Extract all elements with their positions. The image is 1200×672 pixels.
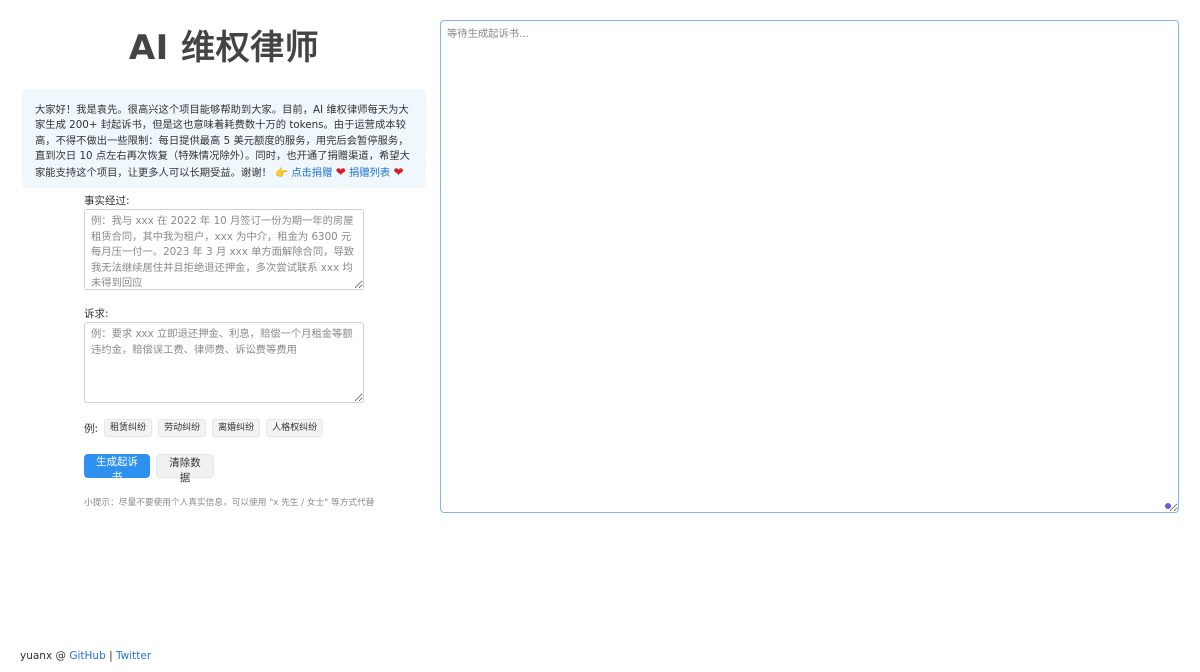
- twitter-link[interactable]: Twitter: [116, 650, 151, 662]
- page-title: AI 维权律师: [128, 28, 320, 68]
- complaint-output[interactable]: [440, 20, 1179, 513]
- example-tag-personality-rights[interactable]: 人格权纠纷: [266, 419, 324, 437]
- example-tag-divorce[interactable]: 离婚纠纷: [212, 419, 261, 437]
- heart-icon: ❤: [335, 164, 346, 179]
- example-tag-rental[interactable]: 租赁纠纷: [104, 419, 153, 437]
- footer-separator: |: [109, 650, 113, 662]
- donate-link[interactable]: 点击捐赠: [291, 167, 332, 179]
- donors-list-link[interactable]: 捐赠列表: [349, 167, 390, 179]
- example-tag-labor[interactable]: 劳动纠纷: [158, 419, 207, 437]
- claims-label: 诉求:: [84, 308, 109, 320]
- facts-input[interactable]: [84, 209, 364, 290]
- facts-label: 事实经过:: [84, 195, 130, 207]
- claims-input[interactable]: [84, 322, 364, 403]
- generate-complaint-button[interactable]: 生成起诉书: [84, 454, 150, 483]
- notice-banner: 大家好！我是袁先。很高兴这个项目能够帮助到大家。目前，AI 维权律师每天为大家生…: [22, 89, 426, 188]
- github-link[interactable]: GitHub: [69, 650, 105, 662]
- resize-handle-icon[interactable]: [1165, 503, 1171, 509]
- pointing-hand-icon: 👉: [275, 166, 288, 179]
- heart-icon: ❤: [393, 164, 404, 179]
- footer-author: yuanx @: [20, 650, 67, 662]
- example-tags: 例: 租赁纠纷 劳动纠纷 离婚纠纷 人格权纠纷: [84, 419, 329, 437]
- privacy-hint: 小提示：尽量不要使用个人真实信息，可以使用 "x 先生 / 女士" 等方式代替: [84, 498, 375, 508]
- footer: yuanx @ GitHub | Twitter: [20, 650, 151, 662]
- clear-data-button[interactable]: 清除数据: [156, 454, 214, 484]
- examples-label: 例:: [84, 422, 99, 435]
